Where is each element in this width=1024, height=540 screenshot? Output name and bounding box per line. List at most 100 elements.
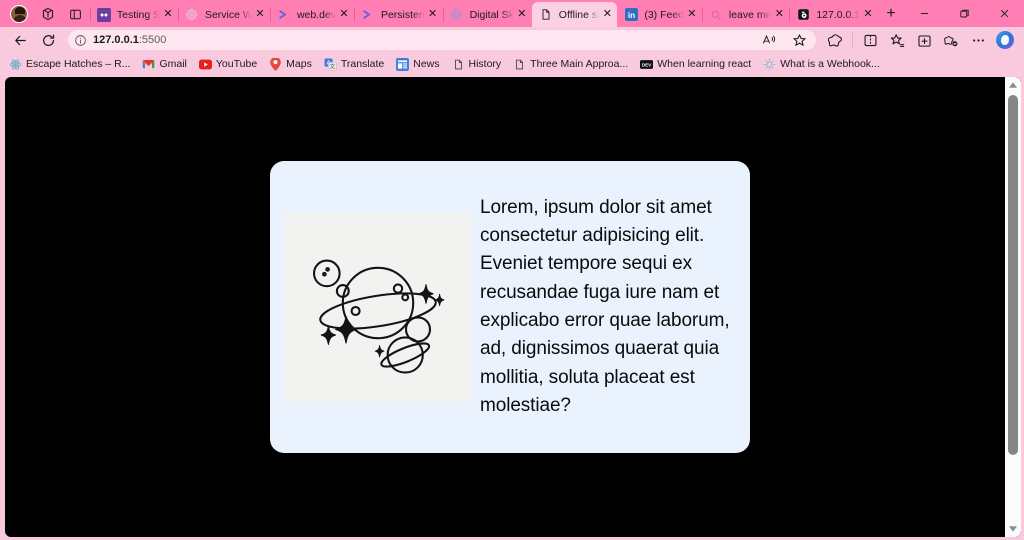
tab-close-icon[interactable]: ✕ [252, 7, 268, 23]
browser-tab[interactable]: in (3) Feed ✕ [617, 2, 702, 27]
page-scrollbar[interactable] [1005, 77, 1021, 537]
svg-text:文: 文 [329, 62, 335, 70]
tab-actions-icon[interactable] [34, 2, 62, 26]
favorites-icon[interactable] [884, 29, 910, 51]
tab-title: Digital Sk [469, 8, 514, 21]
content-card: Lorem, ipsum dolor sit amet consectetur … [270, 160, 750, 454]
tab-close-icon[interactable]: ✕ [425, 7, 441, 23]
bookmark-label: Maps [286, 58, 312, 70]
tab-close-icon[interactable]: ✕ [684, 7, 700, 23]
bookmark-item[interactable]: Escape Hatches – R... [4, 56, 135, 73]
tabs-container: Testing S ✕ Service W ✕ web.dev ✕ Persis… [89, 0, 904, 27]
collections-icon[interactable] [911, 29, 937, 51]
bookmark-item[interactable]: What is a Webhook... [758, 56, 885, 73]
browser-tab[interactable]: 127.0.0.1 ✕ [789, 2, 878, 27]
maximize-button[interactable] [944, 0, 984, 27]
scroll-up-arrow[interactable] [1005, 77, 1021, 93]
page-icon [513, 58, 526, 71]
bookmark-item[interactable]: YouTube [194, 56, 262, 73]
copilot-glyph [996, 31, 1014, 49]
lock-icon [796, 8, 810, 22]
page-viewport: Lorem, ipsum dolor sit amet consectetur … [5, 77, 1021, 537]
tab-close-icon[interactable]: ✕ [860, 7, 876, 23]
browser-tab[interactable]: Service W ✕ [177, 2, 270, 27]
gmail-icon [142, 58, 155, 71]
bookmark-item[interactable]: Three Main Approa... [508, 56, 633, 73]
webdev-icon [277, 8, 291, 22]
browser-tab[interactable]: web.dev ✕ [269, 2, 354, 27]
browser-tab[interactable]: leave me ✕ [701, 2, 789, 27]
tab-close-icon[interactable]: ✕ [599, 7, 615, 23]
drop-icon[interactable] [938, 29, 964, 51]
close-button[interactable] [984, 0, 1024, 27]
split-screen-icon[interactable] [857, 29, 883, 51]
navigation-toolbar: 127.0.0.1:5500 [0, 27, 1024, 53]
tab-divider [89, 8, 91, 22]
copilot-icon[interactable] [992, 29, 1018, 51]
scrollbar-thumb[interactable] [1008, 95, 1018, 455]
bookmark-label: What is a Webhook... [780, 58, 880, 70]
bookmark-item[interactable]: Maps [264, 56, 317, 73]
tab-divider [442, 8, 444, 22]
bookmark-label: History [468, 58, 502, 70]
maps-icon [269, 57, 282, 71]
tab-close-icon[interactable]: ✕ [160, 7, 176, 23]
url-port: :5500 [138, 34, 167, 46]
tab-title: (3) Feed [644, 8, 684, 21]
browser-window: Testing S ✕ Service W ✕ web.dev ✕ Persis… [0, 0, 1024, 540]
tab-close-icon[interactable]: ✕ [336, 7, 352, 23]
avatar [9, 5, 28, 23]
bookmark-item[interactable]: Gmail [137, 56, 191, 73]
news-icon [396, 57, 410, 71]
tab-close-icon[interactable]: ✕ [771, 7, 787, 23]
scrollbar-track[interactable] [1005, 93, 1021, 521]
scroll-down-arrow[interactable] [1005, 521, 1021, 537]
toolbar-actions [822, 29, 1018, 51]
browser-tab[interactable]: Testing S ✕ [89, 2, 178, 27]
browser-tab[interactable]: Digital Sk ✕ [442, 2, 532, 27]
split-pane-icon[interactable] [62, 2, 90, 26]
address-bar-text[interactable]: 127.0.0.1:5500 [93, 34, 756, 46]
translate-icon: A 文 [324, 57, 337, 71]
refresh-button[interactable] [34, 29, 62, 51]
browser-tab[interactable]: Persisten ✕ [353, 2, 443, 27]
favorite-star-icon[interactable] [786, 29, 812, 51]
flower-icon [185, 8, 199, 22]
bookmark-label: When learning react [657, 58, 752, 70]
back-button[interactable] [6, 29, 34, 51]
page-icon [452, 58, 465, 71]
react-icon [9, 58, 22, 71]
bookmark-label: Translate [340, 58, 385, 70]
browser-tab-active[interactable]: Offline si ✕ [531, 2, 618, 27]
bookmark-item[interactable]: News [391, 56, 444, 73]
bookmark-label: YouTube [215, 58, 258, 70]
youtube-icon [198, 58, 212, 71]
bookmark-item[interactable]: History [447, 56, 507, 73]
dev-icon: DEV [640, 58, 654, 71]
tab-close-icon[interactable]: ✕ [514, 7, 530, 23]
bookmarks-bar: Escape Hatches – R... Gmail YouTube Maps… [0, 53, 1024, 75]
search-icon [709, 8, 723, 22]
site-info-icon[interactable] [74, 34, 87, 47]
bookmark-item[interactable]: A 文 Translate [319, 56, 389, 73]
media-icon [96, 7, 111, 22]
svg-text:in: in [628, 11, 635, 20]
tab-divider [789, 8, 791, 22]
tab-title: Service W [204, 8, 252, 21]
bookmark-label: Escape Hatches – R... [26, 58, 131, 70]
svg-text:DEV: DEV [642, 62, 652, 67]
tab-strip: Testing S ✕ Service W ✕ web.dev ✕ Persis… [0, 0, 1024, 27]
card-text: Lorem, ipsum dolor sit amet consectetur … [480, 196, 730, 416]
profile-button[interactable] [6, 2, 32, 26]
new-tab-button[interactable]: + [878, 2, 904, 26]
address-bar[interactable]: 127.0.0.1:5500 [68, 30, 816, 50]
window-controls [904, 0, 1024, 27]
read-aloud-icon[interactable] [756, 29, 782, 51]
tab-title: leave me [728, 8, 772, 21]
bookmark-item[interactable]: DEV When learning react [635, 56, 756, 73]
viewport-area: Lorem, ipsum dolor sit amet consectetur … [0, 75, 1024, 540]
tab-title: 127.0.0.1 [816, 8, 860, 21]
minimize-button[interactable] [904, 0, 944, 27]
browser-essentials-icon[interactable] [822, 29, 848, 51]
settings-more-icon[interactable] [965, 29, 991, 51]
